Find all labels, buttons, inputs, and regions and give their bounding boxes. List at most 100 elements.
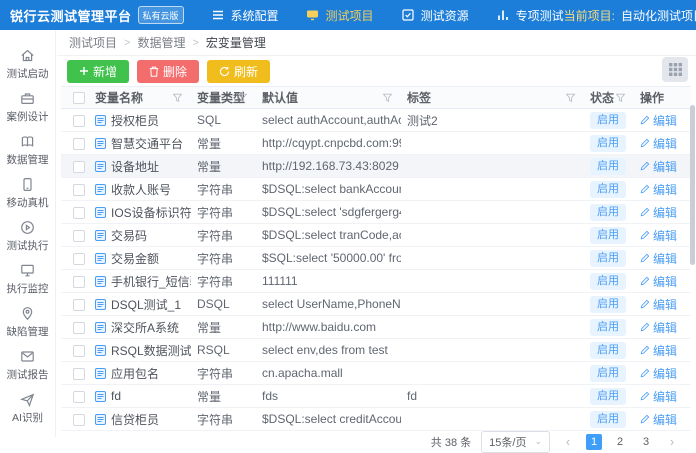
- top-nav: 系统配置 测试项目 测试资源 专项测试: [210, 7, 564, 24]
- delete-button[interactable]: 删除: [137, 60, 199, 83]
- status-badge[interactable]: 启用: [590, 296, 626, 313]
- refresh-button[interactable]: 刷新: [207, 60, 270, 83]
- status-badge[interactable]: 启用: [590, 158, 626, 175]
- filter-icon[interactable]: [238, 93, 247, 102]
- sidebar-item-ai-recognition[interactable]: AI识别: [0, 386, 55, 429]
- sidebar-item-defect-management[interactable]: 缺陷管理: [0, 300, 55, 343]
- row-checkbox[interactable]: [73, 115, 85, 127]
- row-checkbox[interactable]: [73, 368, 85, 380]
- variable-type: 常量: [191, 316, 256, 339]
- filter-icon[interactable]: [566, 93, 575, 102]
- row-checkbox[interactable]: [73, 345, 85, 357]
- status-badge[interactable]: 启用: [590, 342, 626, 359]
- variable-name: 交易码: [111, 227, 147, 244]
- edit-link[interactable]: 编辑: [640, 365, 677, 382]
- edit-link[interactable]: 编辑: [640, 181, 677, 198]
- variable-doc-icon: [95, 299, 106, 310]
- status-badge[interactable]: 启用: [590, 181, 626, 198]
- column-header-default: 默认值: [262, 91, 298, 105]
- edit-link[interactable]: 编辑: [640, 411, 677, 428]
- edit-link[interactable]: 编辑: [640, 342, 677, 359]
- breadcrumb-item-data-management[interactable]: 数据管理: [137, 34, 185, 51]
- current-project-label: 当前项目:: [564, 7, 615, 24]
- sidebar-item-test-report[interactable]: 测试报告: [0, 343, 55, 386]
- status-badge[interactable]: 启用: [590, 411, 626, 428]
- select-all-checkbox[interactable]: [73, 92, 85, 104]
- row-checkbox[interactable]: [73, 161, 85, 173]
- row-checkbox[interactable]: [73, 207, 85, 219]
- table-row: 智慧交通平台 常量 http://cqypt.cnpcbd.com:9999/ …: [61, 132, 691, 155]
- edit-link[interactable]: 编辑: [640, 204, 677, 221]
- current-project-value[interactable]: 自动化测试项目|TP-1904-: [621, 7, 696, 24]
- row-checkbox[interactable]: [73, 391, 85, 403]
- variable-tag: [401, 339, 584, 362]
- nav-label: 测试资源: [421, 7, 469, 24]
- sidebar-item-mobile-device[interactable]: 移动真机: [0, 171, 55, 214]
- next-page-button[interactable]: ›: [664, 434, 680, 450]
- edit-link[interactable]: 编辑: [640, 319, 677, 336]
- variable-default: fds: [256, 385, 401, 408]
- status-badge[interactable]: 启用: [590, 319, 626, 336]
- row-checkbox[interactable]: [73, 299, 85, 311]
- status-badge[interactable]: 启用: [590, 273, 626, 290]
- status-badge[interactable]: 启用: [590, 388, 626, 405]
- breadcrumb: 测试项目 > 数据管理 > 宏变量管理: [57, 30, 696, 56]
- chart-icon: [495, 7, 511, 23]
- row-checkbox[interactable]: [73, 276, 85, 288]
- row-checkbox[interactable]: [73, 138, 85, 150]
- status-badge[interactable]: 启用: [590, 227, 626, 244]
- variable-tag: fd: [401, 385, 584, 408]
- status-badge[interactable]: 启用: [590, 204, 626, 221]
- table-row: IOS设备标识符 字符串 $DSQL:select 'sdgfergerg43d…: [61, 201, 691, 224]
- sidebar-item-test-launch[interactable]: 测试启动: [0, 42, 55, 85]
- edit-link[interactable]: 编辑: [640, 227, 677, 244]
- status-badge[interactable]: 启用: [590, 250, 626, 267]
- variable-tag: [401, 270, 584, 293]
- row-checkbox[interactable]: [73, 230, 85, 242]
- filter-icon[interactable]: [383, 93, 392, 102]
- edit-link[interactable]: 编辑: [640, 158, 677, 175]
- row-checkbox[interactable]: [73, 414, 85, 426]
- pagination: 共 38 条 15条/页 ⌄ ‹ 1 2 3 ›: [57, 431, 696, 452]
- nav-item-test-project[interactable]: 测试项目: [305, 7, 374, 24]
- page-size-select[interactable]: 15条/页 ⌄: [481, 431, 550, 453]
- row-checkbox[interactable]: [73, 253, 85, 265]
- filter-icon[interactable]: [616, 93, 625, 102]
- play-circle-icon: [19, 219, 36, 236]
- scrollbar-thumb[interactable]: [690, 105, 695, 265]
- table-row: 信贷柜员 字符串 $DSQL:select creditAccount,cred…: [61, 408, 691, 431]
- filter-icon[interactable]: [173, 93, 182, 102]
- variable-doc-icon: [95, 230, 106, 241]
- status-badge[interactable]: 启用: [590, 112, 626, 129]
- prev-page-button[interactable]: ‹: [560, 434, 576, 450]
- nav-item-system-config[interactable]: 系统配置: [210, 7, 279, 24]
- column-settings-button[interactable]: [662, 57, 688, 82]
- nav-item-test-resource[interactable]: 测试资源: [400, 7, 469, 24]
- status-badge[interactable]: 启用: [590, 365, 626, 382]
- status-badge[interactable]: 启用: [590, 135, 626, 152]
- page-button-1[interactable]: 1: [586, 434, 602, 450]
- edit-link[interactable]: 编辑: [640, 273, 677, 290]
- edit-link[interactable]: 编辑: [640, 388, 677, 405]
- variable-default: http://192.168.73.43:8029: [256, 155, 401, 178]
- book-icon: [19, 133, 36, 150]
- row-checkbox[interactable]: [73, 322, 85, 334]
- edit-link[interactable]: 编辑: [640, 135, 677, 152]
- edit-link[interactable]: 编辑: [640, 250, 677, 267]
- add-button[interactable]: 新增: [67, 60, 129, 83]
- breadcrumb-item-test-project[interactable]: 测试项目: [69, 34, 117, 51]
- row-checkbox[interactable]: [73, 184, 85, 196]
- sidebar-item-data-management[interactable]: 数据管理: [0, 128, 55, 171]
- sidebar-item-case-design[interactable]: 案例设计: [0, 85, 55, 128]
- sidebar-item-test-execution[interactable]: 测试执行: [0, 214, 55, 257]
- page-button-3[interactable]: 3: [638, 434, 654, 450]
- refresh-icon: [219, 66, 230, 77]
- variable-doc-icon: [95, 115, 106, 126]
- edit-link[interactable]: 编辑: [640, 112, 677, 129]
- nav-item-special-test[interactable]: 专项测试: [495, 7, 564, 24]
- page-button-2[interactable]: 2: [612, 434, 628, 450]
- breadcrumb-separator: >: [192, 37, 198, 49]
- variable-doc-icon: [95, 322, 106, 333]
- edit-link[interactable]: 编辑: [640, 296, 677, 313]
- sidebar-item-execution-monitor[interactable]: 执行监控: [0, 257, 55, 300]
